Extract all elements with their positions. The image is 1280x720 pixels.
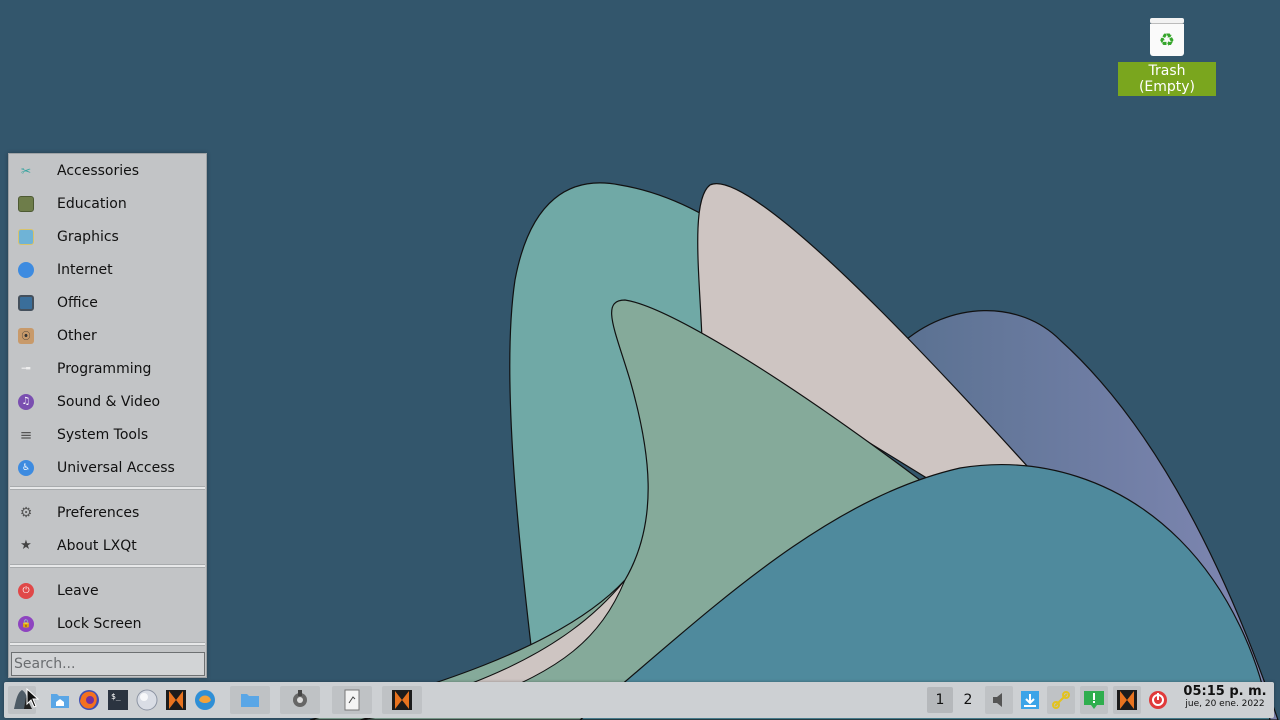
clock-date: jue, 20 ene. 2022 [1185, 699, 1265, 709]
menu-item-sound-video[interactable]: ♫ Sound & Video [10, 385, 205, 418]
preferences-icon: ⚙ [19, 504, 33, 521]
menu-item-about-lxqt[interactable]: ★ About LXQt [10, 529, 205, 562]
notification-tray[interactable] [1080, 686, 1108, 714]
about-star-icon: ★ [20, 538, 32, 553]
menu-item-label: Universal Access [57, 459, 175, 476]
blue-orange-app-icon [195, 690, 215, 710]
menu-item-office[interactable]: Office [10, 286, 205, 319]
power-button[interactable] [1144, 686, 1172, 714]
universal-access-icon: ♿ [18, 459, 34, 476]
firefox-icon [79, 690, 99, 710]
menu-item-label: Office [57, 294, 98, 311]
menu-item-lock-screen[interactable]: 🔒 Lock Screen [10, 607, 205, 640]
clock-time: 05:15 p. m. [1183, 684, 1267, 699]
settings-tools-icon [293, 690, 307, 707]
taskbar: $_ 1 2 05:15 p. m. jue, 20 ene. 2022 [4, 682, 1274, 718]
app-tray-orange[interactable] [1113, 686, 1141, 714]
folder-home-icon [51, 694, 69, 708]
menu-item-other[interactable]: ⦿ Other [10, 319, 205, 352]
other-icon: ⦿ [18, 327, 34, 344]
app-launcher-blue[interactable] [191, 686, 219, 714]
task-orange-app[interactable] [382, 686, 422, 714]
download-update-icon [1021, 691, 1039, 709]
folder-icon [241, 694, 259, 707]
screenshot-launcher[interactable] [133, 686, 161, 714]
menu-item-label: Sound & Video [57, 393, 161, 410]
updates-tray[interactable] [1016, 686, 1044, 714]
menu-item-label: System Tools [57, 426, 149, 443]
task-file-manager[interactable] [230, 686, 270, 714]
accessories-icon: ✂ [20, 163, 32, 178]
task-document[interactable] [332, 686, 372, 714]
menu-item-internet[interactable]: Internet [10, 253, 205, 286]
menu-item-accessories[interactable]: ✂ Accessories [10, 154, 205, 187]
desktop-switch-2[interactable]: 2 [955, 687, 981, 713]
svg-text:$_: $_ [111, 692, 121, 701]
menu-item-system-tools[interactable]: ≡ System Tools [10, 418, 205, 451]
menu-item-label: Programming [57, 360, 152, 377]
orange-black-app-icon [392, 690, 412, 710]
link-icon [1052, 691, 1070, 709]
office-icon [18, 294, 34, 311]
menu-item-label: Internet [57, 261, 113, 278]
menu-item-label: Education [57, 195, 127, 212]
menu-item-label: Preferences [57, 504, 140, 521]
menu-separator [10, 564, 205, 568]
leave-icon: ⏻ [18, 582, 34, 599]
menu-separator [10, 486, 205, 490]
network-tray[interactable] [1047, 686, 1075, 714]
document-icon [344, 689, 360, 711]
terminal-launcher[interactable]: $_ [104, 686, 132, 714]
file-manager-launcher[interactable] [46, 686, 74, 714]
trash-label: Trash (Empty) [1118, 62, 1216, 96]
task-settings[interactable] [280, 686, 320, 714]
education-icon [18, 195, 34, 212]
desktop-trash[interactable]: ♻ Trash (Empty) [1118, 18, 1216, 96]
clock[interactable]: 05:15 p. m. jue, 20 ene. 2022 [1180, 684, 1270, 709]
menu-item-universal-access[interactable]: ♿ Universal Access [10, 451, 205, 484]
menu-item-label: Graphics [57, 228, 119, 245]
graphics-icon [18, 228, 34, 245]
programming-icon: ╼ [21, 360, 31, 377]
menu-item-label: About LXQt [57, 537, 137, 554]
menu-item-preferences[interactable]: ⚙ Preferences [10, 496, 205, 529]
firefox-launcher[interactable] [75, 686, 103, 714]
notification-icon [1084, 691, 1104, 709]
orange-black-app-icon [166, 690, 186, 710]
menu-separator [10, 642, 205, 646]
menu-search-input[interactable] [11, 652, 205, 676]
sound-video-icon: ♫ [18, 393, 34, 410]
trash-icon: ♻ [1150, 18, 1184, 56]
orange-black-app-icon [1117, 690, 1137, 710]
volume-muted-icon [993, 693, 1002, 707]
globe-sphere-icon [136, 689, 158, 711]
menu-item-leave[interactable]: ⏻ Leave [10, 574, 205, 607]
volume-tray[interactable] [985, 686, 1013, 714]
start-menu: ✂ Accessories Education Graphics Interne… [8, 153, 207, 678]
lock-icon: 🔒 [18, 615, 34, 632]
internet-icon [18, 261, 34, 278]
app-launcher-orange[interactable] [162, 686, 190, 714]
menu-item-label: Other [57, 327, 97, 344]
menu-item-programming[interactable]: ╼ Programming [10, 352, 205, 385]
mouse-cursor-icon [26, 688, 40, 708]
menu-item-label: Accessories [57, 162, 140, 179]
menu-item-label: Lock Screen [57, 615, 142, 632]
system-tools-icon: ≡ [19, 425, 33, 444]
power-icon [1149, 691, 1167, 709]
menu-item-label: Leave [57, 582, 99, 599]
menu-item-education[interactable]: Education [10, 187, 205, 220]
desktop-switch-1[interactable]: 1 [927, 687, 953, 713]
terminal-icon: $_ [108, 690, 128, 710]
menu-item-graphics[interactable]: Graphics [10, 220, 205, 253]
